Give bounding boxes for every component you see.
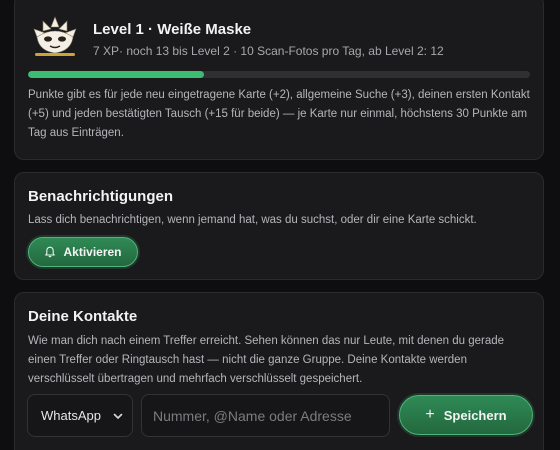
contacts-card: Deine Kontakte Wie man dich nach einem T… [14, 292, 544, 450]
plus-icon: + [425, 406, 435, 423]
contacts-text: Wie man dich nach einem Treffer erreicht… [28, 335, 505, 385]
xp-progress-fill [28, 71, 204, 78]
level-subtitle: 7 XP· noch 13 bis Level 2 · 10 Scan-Foto… [93, 44, 444, 58]
save-contact-button[interactable]: + Speichern [399, 395, 533, 435]
contact-address-input[interactable] [141, 394, 390, 437]
white-mask-icon [33, 16, 77, 56]
contacts-heading: Deine Kontakte [28, 308, 138, 325]
xp-progress-bar [28, 71, 530, 78]
level-title: Level 1 · Weiße Maske [93, 21, 252, 38]
notifications-heading: Benachrichtigungen [28, 188, 174, 205]
save-label: Speichern [443, 407, 507, 423]
chevron-down-icon [113, 413, 123, 419]
level-card: Level 1 · Weiße Maske 7 XP· noch 13 bis … [14, 0, 544, 160]
level-description: Punkte gibt es für jede neu eingetragene… [28, 89, 530, 139]
notifications-text: Lass dich benachrichtigen, wenn jemand h… [28, 214, 477, 226]
contact-channel-select[interactable]: WhatsApp [27, 394, 133, 437]
bell-icon [45, 246, 56, 258]
contact-channel-value: WhatsApp [41, 408, 101, 423]
notifications-card: Benachrichtigungen Lass dich benachricht… [14, 172, 544, 280]
activate-notifications-button[interactable]: Aktivieren [28, 237, 138, 267]
activate-label: Aktivieren [63, 245, 122, 259]
